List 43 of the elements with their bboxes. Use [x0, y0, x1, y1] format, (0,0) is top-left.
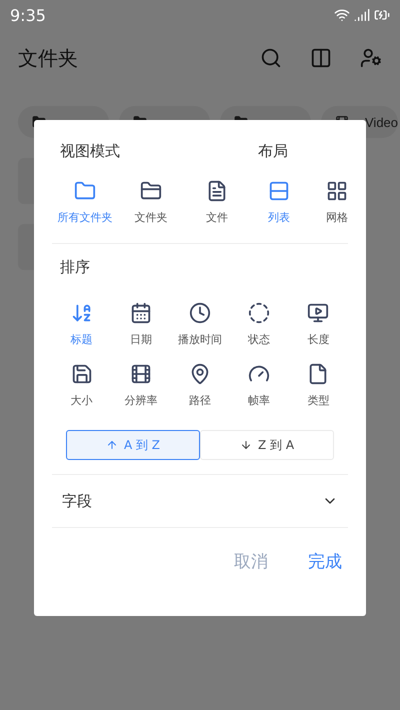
option-button[interactable]: 路径 — [170, 363, 230, 408]
dashed-circle-icon — [248, 302, 270, 324]
option-button[interactable]: 所有文件夹 — [52, 180, 118, 225]
option-button[interactable]: 标题 — [52, 302, 112, 347]
clock-icon — [188, 302, 211, 324]
option-button[interactable]: 文件夹 — [118, 180, 184, 225]
arrow-down-icon — [240, 439, 252, 451]
calendar-icon — [130, 302, 152, 324]
folder-icon — [140, 180, 162, 202]
wifi-icon — [334, 7, 350, 23]
arrow-up-icon — [106, 439, 118, 451]
sort-az-icon — [70, 302, 93, 324]
file-icon — [307, 363, 330, 385]
monitor-play-icon — [307, 302, 330, 324]
fields-dropdown[interactable]: 字段 — [52, 475, 348, 527]
option-button[interactable]: 文件 — [184, 180, 250, 225]
option-button[interactable]: 长度 — [288, 302, 348, 347]
user-settings-icon[interactable] — [360, 47, 382, 69]
chip-label: Video — [365, 114, 398, 130]
grid-icon — [326, 180, 348, 202]
section-title: 布局 — [257, 142, 289, 162]
app-title: 文件夹 — [18, 44, 78, 72]
file-icon — [206, 180, 228, 202]
signal-icon — [354, 7, 370, 23]
option-button[interactable]: 大小 — [52, 363, 112, 408]
confirm-button[interactable]: 完成 — [308, 550, 342, 573]
sort-direction-button[interactable]: Z 到 A — [200, 430, 334, 460]
option-button[interactable]: 状态 — [230, 302, 289, 347]
option-button[interactable]: 类型 — [288, 363, 348, 408]
search-icon[interactable] — [260, 47, 282, 69]
option-button[interactable]: 播放时间 — [170, 302, 230, 347]
option-button[interactable]: 列表 — [250, 180, 308, 225]
status-time: 9:35 — [10, 6, 46, 24]
option-button[interactable]: 日期 — [111, 302, 170, 347]
option-button[interactable]: 网格 — [308, 180, 366, 225]
option-button[interactable]: 分辨率 — [111, 363, 170, 408]
section-title: 视图模式 — [59, 142, 121, 162]
folder-icon — [74, 180, 96, 202]
card-icon — [70, 363, 93, 385]
section-title: 排序 — [59, 258, 91, 278]
option-button[interactable]: 帧率 — [230, 363, 289, 408]
layout-icon[interactable] — [310, 47, 332, 69]
list-icon — [268, 180, 290, 202]
